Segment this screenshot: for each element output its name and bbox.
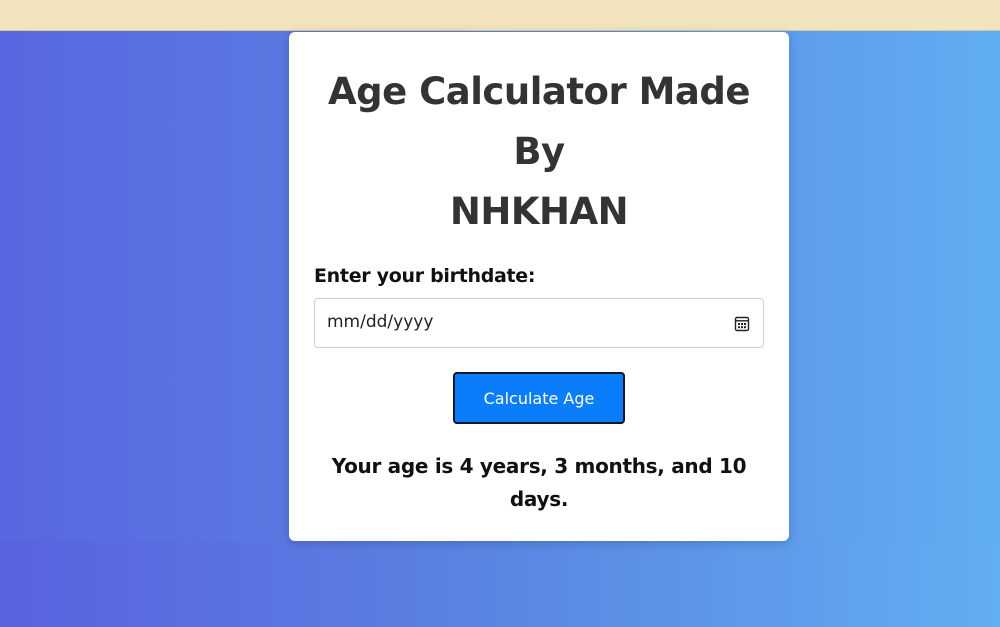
- title-line-1: Age Calculator Made: [328, 70, 750, 113]
- title-line-3: NHKHAN: [449, 190, 629, 233]
- calculator-card: Age Calculator Made By NHKHAN Enter your…: [289, 32, 789, 541]
- age-result: Your age is 4 years, 3 months, and 10 da…: [331, 454, 747, 511]
- top-bar: [0, 0, 1000, 31]
- page-title: Age Calculator Made By NHKHAN: [289, 62, 789, 242]
- birthdate-input[interactable]: mm/dd/yyyy: [314, 298, 764, 348]
- page-background-lower: [0, 541, 1000, 627]
- calendar-icon[interactable]: [734, 315, 750, 332]
- title-line-2: By: [513, 130, 565, 173]
- date-placeholder: mm/dd/yyyy: [327, 312, 434, 332]
- birthdate-label: Enter your birthdate:: [314, 265, 536, 287]
- calculate-age-button[interactable]: Calculate Age: [453, 372, 625, 424]
